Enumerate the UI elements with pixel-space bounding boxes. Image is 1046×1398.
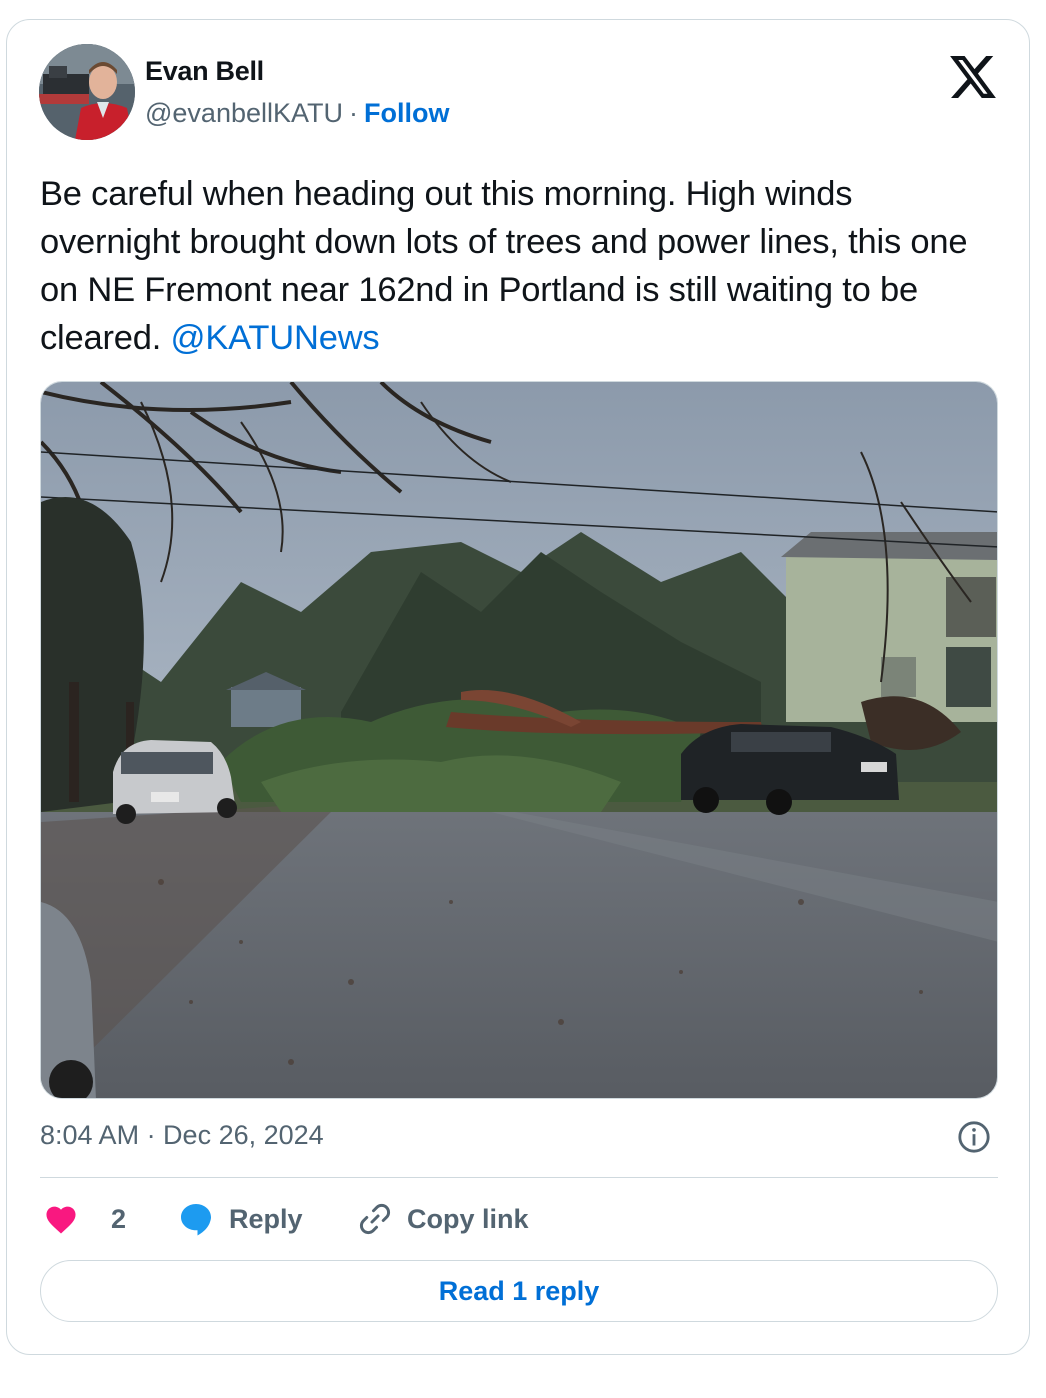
heart-icon: [46, 1206, 76, 1234]
author-name[interactable]: Evan Bell: [145, 56, 264, 87]
read-replies-button[interactable]: Read 1 reply: [40, 1260, 998, 1322]
copy-link-button[interactable]: Copy link: [357, 1198, 529, 1240]
author-avatar[interactable]: [39, 44, 135, 140]
separator-dot: ·: [349, 98, 358, 128]
tweet-text: Be careful when heading out this morning…: [40, 170, 1000, 362]
avatar-image: [39, 44, 135, 140]
follow-button[interactable]: Follow: [364, 98, 449, 128]
x-logo-icon[interactable]: [949, 56, 997, 98]
reply-label: Reply: [229, 1203, 303, 1234]
mention-link[interactable]: @KATUNews: [171, 319, 380, 357]
tweet-photo[interactable]: [40, 381, 998, 1099]
speech-bubble-icon: [181, 1204, 211, 1236]
copy-link-label: Copy link: [407, 1203, 529, 1234]
info-icon[interactable]: [957, 1120, 991, 1154]
author-handle-row: @evanbellKATU · Follow: [145, 98, 449, 129]
tweet-embed-card: Evan Bell @evanbellKATU · Follow Be carefu…: [6, 19, 1030, 1355]
link-icon: [360, 1204, 390, 1234]
tweet-timestamp[interactable]: 8:04 AM · Dec 26, 2024: [40, 1120, 324, 1151]
reply-button[interactable]: Reply: [177, 1198, 303, 1240]
author-handle[interactable]: @evanbellKATU: [145, 98, 343, 128]
fallen-tree-photo: [41, 382, 997, 1098]
like-button[interactable]: 2: [43, 1198, 126, 1240]
like-count: 2: [111, 1203, 127, 1234]
divider: [40, 1177, 998, 1178]
